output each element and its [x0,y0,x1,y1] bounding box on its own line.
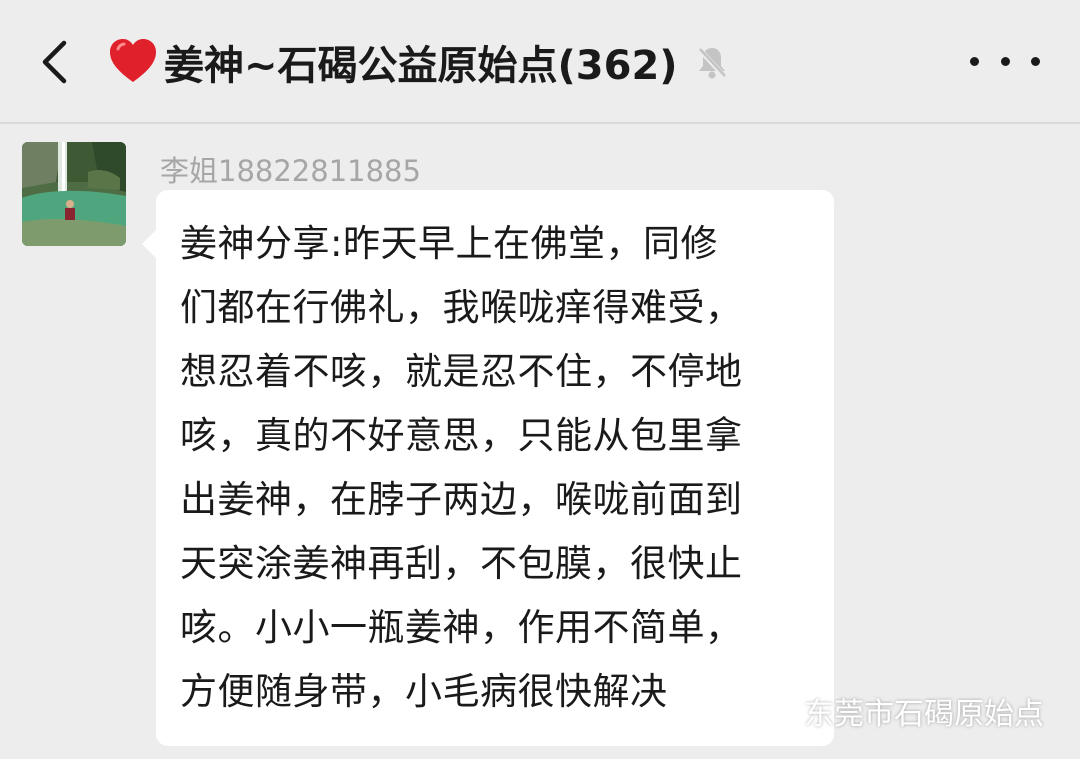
message-line: 天突涂姜神再刮，不包膜，很快止 [180,542,743,585]
sender-avatar[interactable] [22,142,126,246]
heart-icon [110,39,156,82]
more-dot [1031,56,1040,66]
bell-muted-icon [696,47,727,79]
avatar-image [22,142,126,246]
message-line: 出姜神，在脖子两边，喉咙前面到 [180,478,743,521]
chevron-left-icon [42,40,67,84]
watermark: 东莞市石碣原始点 [754,690,1044,732]
wechat-logo-icon [754,694,795,726]
more-dot [970,56,979,66]
watermark-text: 东莞市石碣原始点 [804,697,1044,732]
message-line: 咳。小小一瓶姜神，作用不简单， [180,606,743,649]
more-options-button[interactable] [970,46,1040,76]
message-line: 咳，真的不好意思，只能从包里拿 [180,414,743,457]
back-button[interactable] [30,38,80,86]
message-line: 们都在行佛礼，我喉咙痒得难受， [180,286,743,329]
message-line: 想忍着不咳，就是忍不住，不停地 [180,350,743,393]
chat-title-group[interactable]: 姜神~石碣公益原始点(362) [106,30,732,94]
bubble-tail [142,230,156,258]
more-dot [1000,56,1010,66]
message-line: 方便随身带，小毛病很快解决 [180,670,668,713]
message-line: 姜神分享:昨天早上在佛堂，同修 [180,222,718,265]
sender-name: 李姐18822811885 [160,154,421,188]
chat-title: 姜神~石碣公益原始点(362) [164,43,678,89]
message-bubble[interactable]: 姜神分享:昨天早上在佛堂，同修 们都在行佛礼，我喉咙痒得难受， 想忍着不咳，就是… [142,190,834,746]
chat-header: 姜神~石碣公益原始点(362) [0,0,1080,124]
